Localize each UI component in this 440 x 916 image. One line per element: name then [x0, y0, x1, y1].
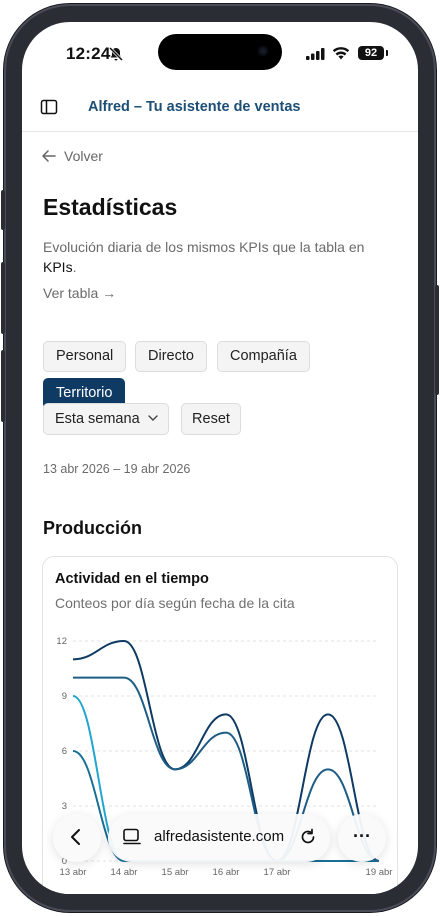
- back-label: Volver: [64, 148, 103, 164]
- x-tick-label: 19 abr: [366, 867, 393, 878]
- volume-up-button: [1, 262, 5, 334]
- y-tick-label: 6: [62, 746, 67, 757]
- address-bar[interactable]: alfredasistente.com: [108, 814, 330, 862]
- ellipsis-icon: ···: [353, 826, 371, 846]
- app-header: Alfred – Tu asistente de ventas: [22, 84, 418, 132]
- wifi-icon: [332, 47, 350, 60]
- arrow-left-icon: [42, 150, 56, 162]
- clock: 12:24: [66, 44, 111, 63]
- y-tick-label: 12: [56, 636, 67, 647]
- chevron-left-icon: [71, 829, 80, 845]
- page-subtitle: Evolución diaria de los mismos KPIs que …: [43, 239, 365, 275]
- x-tick-label: 17 abr: [264, 867, 291, 878]
- x-tick-label: 13 abr: [60, 867, 87, 878]
- kpis-link[interactable]: KPIs: [43, 259, 73, 275]
- section-title: Producción: [43, 518, 143, 538]
- filter-chip-directo[interactable]: Directo: [135, 341, 207, 372]
- reload-icon[interactable]: [298, 827, 318, 847]
- tabs-icon[interactable]: [122, 828, 142, 846]
- x-tick-label: 15 abr: [162, 867, 189, 878]
- chevron-down-icon: [148, 415, 158, 421]
- back-link[interactable]: Volver: [42, 148, 103, 164]
- x-tick-label: 14 abr: [111, 867, 138, 878]
- period-select[interactable]: Esta semana: [43, 403, 169, 435]
- browser-back-button[interactable]: [53, 814, 101, 862]
- more-options-button[interactable]: ···: [338, 814, 386, 862]
- period-value: Esta semana: [55, 411, 140, 427]
- screen: 12:24 92 Alfred – Tu asistente de ventas: [22, 22, 418, 894]
- sidebar-toggle-icon[interactable]: [40, 98, 58, 116]
- app-title: Alfred – Tu asistente de ventas: [88, 99, 301, 115]
- mute-switch: [1, 190, 5, 230]
- battery-indicator: 92: [358, 46, 388, 60]
- status-bar: 12:24 92: [22, 22, 418, 84]
- x-tick-label: 16 abr: [213, 867, 240, 878]
- volume-down-button: [1, 350, 5, 422]
- dynamic-island: [158, 34, 282, 70]
- filter-chip-compania[interactable]: Compañía: [217, 341, 310, 372]
- reset-button[interactable]: Reset: [181, 403, 241, 435]
- power-button: [435, 285, 439, 395]
- cellular-signal-icon: [306, 48, 325, 60]
- y-tick-label: 3: [62, 801, 67, 812]
- silent-bell-icon: [108, 46, 124, 62]
- ver-tabla-link[interactable]: Ver tabla →: [43, 285, 116, 301]
- date-range: 13 abr 2026 – 19 abr 2026: [43, 462, 191, 476]
- page-title: Estadísticas: [43, 194, 178, 220]
- y-tick-label: 9: [62, 691, 67, 702]
- url-text: alfredasistente.com: [154, 828, 285, 845]
- filter-chip-personal[interactable]: Personal: [43, 341, 127, 372]
